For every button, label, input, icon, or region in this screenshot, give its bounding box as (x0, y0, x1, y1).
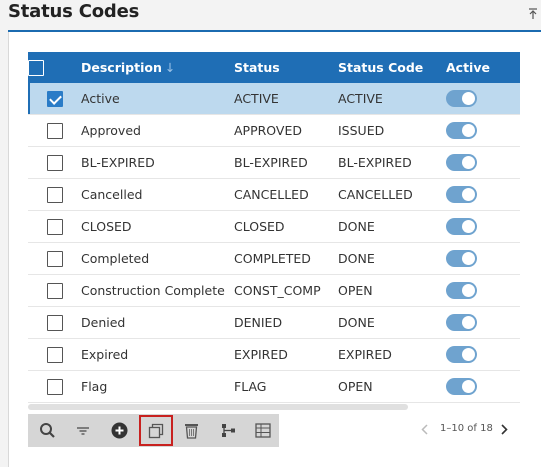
row-checkbox[interactable] (46, 122, 63, 139)
cell-status: EXPIRED (234, 338, 338, 371)
cell-description: Completed (81, 242, 234, 275)
cell-description: Expired (81, 338, 234, 371)
columns-icon (255, 423, 271, 438)
cell-description: Approved (81, 114, 234, 147)
row-checkbox[interactable] (46, 218, 63, 235)
cell-description: BL-EXPIRED (81, 146, 234, 179)
column-header-status-code[interactable]: Status Code (338, 52, 446, 83)
status-codes-table: Description ↓ Status Status Code Active A… (28, 52, 520, 403)
column-header-active[interactable]: Active (446, 52, 520, 83)
pager-text: 1–10 of 18 (440, 423, 493, 434)
copy-icon (148, 423, 164, 438)
table-row[interactable]: BL-EXPIRED BL-EXPIRED BL-EXPIRED (28, 146, 520, 179)
active-toggle[interactable] (446, 186, 477, 203)
table-row[interactable]: Expired EXPIRED EXPIRED (28, 338, 520, 371)
cell-status-code: EXPIRED (338, 338, 446, 371)
delete-icon (184, 424, 198, 439)
cell-status: CANCELLED (234, 178, 338, 211)
active-toggle[interactable] (446, 314, 477, 331)
delete-button[interactable] (177, 417, 205, 444)
filter-button[interactable] (69, 417, 97, 444)
select-all-checkbox[interactable] (28, 59, 44, 76)
active-toggle[interactable] (446, 282, 477, 299)
search-icon (39, 423, 55, 438)
table-row[interactable]: Cancelled CANCELLED CANCELLED (28, 178, 520, 211)
row-checkbox[interactable] (46, 250, 63, 267)
active-toggle[interactable] (446, 378, 477, 395)
row-checkbox[interactable] (46, 186, 63, 203)
cell-description: Flag (81, 370, 234, 403)
row-checkbox[interactable] (46, 154, 63, 171)
columns-button[interactable] (249, 417, 277, 444)
search-button[interactable] (33, 417, 61, 444)
cell-status-code: CANCELLED (338, 178, 446, 211)
cell-status-code: BL-EXPIRED (338, 146, 446, 179)
cell-status-code: OPEN (338, 274, 446, 307)
chevron-left-icon (420, 423, 428, 435)
add-button[interactable] (105, 417, 133, 444)
table-row[interactable]: Flag FLAG OPEN (28, 370, 520, 403)
cell-status-code: DONE (338, 306, 446, 339)
table-row[interactable]: Active ACTIVE ACTIVE (28, 83, 520, 115)
cell-status: COMPLETED (234, 242, 338, 275)
cell-description: Active (81, 83, 234, 115)
cell-description: Denied (81, 306, 234, 339)
copy-button[interactable] (139, 415, 173, 446)
page-title: Status Codes (8, 1, 140, 22)
cell-description: CLOSED (81, 210, 234, 243)
grid-toolbar (28, 414, 279, 447)
cell-status: DENIED (234, 306, 338, 339)
chevron-right-icon (500, 423, 508, 435)
cell-status: ACTIVE (234, 83, 338, 115)
horizontal-scrollbar[interactable] (28, 404, 408, 410)
hierarchy-icon (221, 424, 235, 437)
table-row[interactable]: Completed COMPLETED DONE (28, 242, 520, 275)
active-toggle[interactable] (446, 90, 477, 107)
filter-icon (77, 426, 89, 435)
cell-status: CONST_COMP (234, 274, 338, 307)
cell-status-code: OPEN (338, 370, 446, 403)
cell-status: BL-EXPIRED (234, 146, 338, 179)
header-row: Description ↓ Status Status Code Active (28, 52, 520, 83)
next-page-button[interactable] (498, 421, 510, 437)
row-checkbox[interactable] (46, 346, 63, 363)
active-toggle[interactable] (446, 122, 477, 139)
cell-status: FLAG (234, 370, 338, 403)
active-toggle[interactable] (446, 154, 477, 171)
row-checkbox[interactable] (46, 90, 63, 107)
row-checkbox[interactable] (46, 314, 63, 331)
cell-description: Cancelled (81, 178, 234, 211)
cell-status-code: DONE (338, 210, 446, 243)
cell-status-code: ISSUED (338, 114, 446, 147)
prev-page-button[interactable] (418, 421, 430, 437)
active-toggle[interactable] (446, 346, 477, 363)
cell-status-code: DONE (338, 242, 446, 275)
collapse-icon[interactable] (528, 8, 538, 20)
active-toggle[interactable] (446, 218, 477, 235)
cell-status-code: ACTIVE (338, 83, 446, 115)
cell-status: APPROVED (234, 114, 338, 147)
cell-status: CLOSED (234, 210, 338, 243)
add-icon (111, 422, 127, 439)
cell-description: Construction Complete (81, 274, 234, 307)
row-checkbox[interactable] (46, 378, 63, 395)
sort-down-icon: ↓ (164, 60, 176, 75)
hierarchy-button[interactable] (214, 417, 242, 444)
table-row[interactable]: Approved APPROVED ISSUED (28, 114, 520, 147)
column-header-description[interactable]: Description ↓ (81, 52, 234, 83)
active-toggle[interactable] (446, 250, 477, 267)
row-checkbox[interactable] (46, 282, 63, 299)
table-row[interactable]: CLOSED CLOSED DONE (28, 210, 520, 243)
column-header-status[interactable]: Status (234, 52, 338, 83)
table-row[interactable]: Denied DENIED DONE (28, 306, 520, 339)
table-row[interactable]: Construction Complete CONST_COMP OPEN (28, 274, 520, 307)
